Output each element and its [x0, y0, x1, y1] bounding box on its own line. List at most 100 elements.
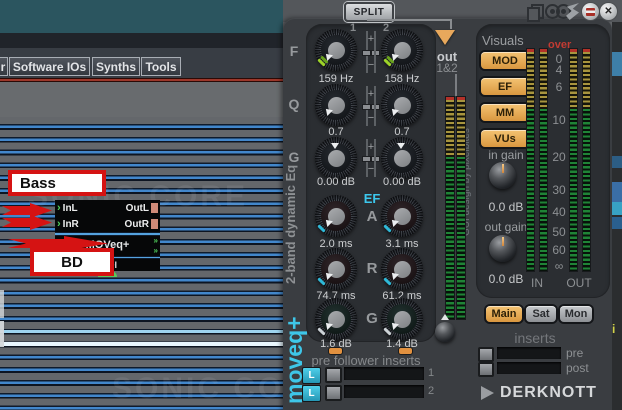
meter-tick-60: 60 — [548, 243, 570, 257]
out-gain-value: 0.0 dB — [478, 272, 534, 286]
meter-scale-pointer-icon — [441, 314, 449, 320]
link-handle[interactable] — [362, 156, 371, 162]
link-handle[interactable] — [371, 50, 380, 56]
gain-value-ch1: 0.00 dB — [306, 176, 366, 188]
module-io-block: › InL OutL › InR OutR — [55, 200, 160, 232]
meter-out-label: OUT — [564, 276, 594, 290]
inserts-title: inserts — [505, 330, 565, 346]
output-port-icon[interactable] — [151, 219, 158, 229]
tab-tools[interactable]: Tools — [141, 57, 181, 76]
tab-software-ios[interactable]: Software IOs — [9, 57, 90, 76]
right-edge-window — [612, 22, 622, 410]
edge-fragment-1 — [0, 290, 4, 318]
daw-background: r Software IOs Synths Tools SONIC CORE S… — [0, 0, 283, 410]
input-port-icon[interactable]: › — [57, 219, 61, 229]
right-edge-patch — [612, 182, 622, 202]
insert-slot-1-number: 1 — [428, 367, 434, 379]
link-l-button-2[interactable]: L — [302, 385, 321, 402]
monitor-mon-button[interactable]: Mon — [560, 306, 592, 322]
vu-meter-out-r — [583, 49, 590, 271]
visuals-mod-button[interactable]: MOD — [481, 52, 529, 69]
monitor-sat-button[interactable]: Sat — [526, 306, 556, 322]
visuals-title: Visuals — [482, 33, 524, 48]
insert-pre-slot[interactable] — [497, 347, 561, 359]
visuals-vus-button[interactable]: VUs — [481, 130, 529, 147]
insert-pre-label: pre — [566, 346, 583, 360]
release-knob-ch2[interactable] — [381, 248, 423, 290]
monitor-main-button[interactable]: Main — [486, 306, 522, 322]
right-edge-patch — [612, 156, 622, 168]
link-handle[interactable] — [362, 104, 371, 110]
visuals-mm-button[interactable]: MM — [481, 104, 529, 121]
bright-cable-2 — [0, 342, 283, 346]
ef-section-label: EF — [360, 191, 384, 206]
gain-link-slider[interactable]: + − — [363, 139, 379, 177]
vu-meter-out-l — [570, 49, 577, 271]
port-in-r[interactable]: InR — [63, 219, 79, 230]
tab-synths[interactable]: Synths — [92, 57, 140, 76]
output-port-icon[interactable] — [151, 203, 158, 213]
q-link-slider[interactable]: + − — [363, 86, 379, 126]
q-knob-ch1[interactable] — [315, 84, 357, 126]
brand-logo: DERKNOTT — [500, 384, 600, 402]
out-channels-label: 1&2 — [431, 61, 463, 75]
insert-post-button[interactable] — [478, 362, 494, 377]
ef-gain-knob-ch2[interactable] — [381, 298, 423, 340]
label-g: G — [286, 149, 302, 165]
out-gain-knob[interactable] — [489, 235, 516, 262]
in-gain-knob[interactable] — [489, 162, 516, 189]
meter-tick-50: 50 — [548, 225, 570, 239]
label-ef-gain: G — [362, 310, 382, 327]
attack-knob-ch2[interactable] — [381, 195, 423, 237]
bright-cable-1 — [0, 330, 283, 333]
link-handle[interactable] — [371, 156, 380, 162]
close-icon[interactable]: ✕ — [599, 2, 618, 21]
insert-post-slot[interactable] — [497, 362, 561, 374]
gain-knob-ch1[interactable] — [315, 137, 357, 179]
pages-icon[interactable] — [527, 4, 542, 19]
freq-link-slider[interactable]: + − — [363, 31, 379, 73]
minimize-icon[interactable] — [581, 2, 600, 21]
meter-in-label: IN — [527, 276, 547, 290]
link-handle[interactable] — [362, 50, 371, 56]
gain-knob-ch2[interactable] — [381, 137, 423, 179]
in-gain-value: 0.0 dB — [478, 200, 534, 214]
label-f: F — [286, 43, 302, 59]
q-knob-ch2[interactable] — [381, 84, 423, 126]
annotation-bd-label: BD — [61, 254, 83, 271]
meter-tick-6: 6 — [548, 80, 570, 94]
split-out-connector-v — [450, 19, 452, 29]
freq-knob-ch2[interactable] — [381, 29, 423, 71]
input-port-icon[interactable]: › — [57, 203, 61, 213]
insert-pre-button[interactable] — [478, 347, 494, 362]
ef-meter-scale-knob[interactable] — [435, 322, 455, 342]
release-knob-ch1[interactable] — [315, 248, 357, 290]
insert-enable-button-2[interactable] — [325, 385, 342, 401]
pre-inserts-title: pre follower inserts — [306, 353, 426, 368]
daw-gray-area — [0, 82, 283, 117]
channel-1-number: 1 — [350, 22, 356, 34]
insert-enable-button-1[interactable] — [325, 367, 342, 383]
insert-slot-2[interactable] — [344, 385, 424, 398]
link-l-button-1[interactable]: L — [302, 367, 321, 384]
daw-top-band — [0, 0, 283, 33]
vu-meter-in-l — [527, 49, 534, 271]
link-handle[interactable] — [371, 104, 380, 110]
freq-knob-ch1[interactable] — [315, 29, 357, 71]
visuals-ef-button[interactable]: EF — [481, 78, 529, 95]
right-edge-patch — [612, 202, 622, 215]
meter-tick-10: 10 — [548, 113, 570, 127]
port-in-l[interactable]: InL — [63, 203, 78, 214]
out-meter-connector — [455, 74, 457, 96]
port-out-r[interactable]: OutR — [125, 219, 149, 230]
right-edge-info-glyph: i — [612, 322, 615, 336]
port-out-l[interactable]: OutL — [126, 203, 149, 214]
channel-2-number: 2 — [383, 22, 389, 34]
in-gain-label: in gain — [478, 148, 534, 162]
label-release: R — [362, 260, 382, 277]
ef-gain-knob-ch1[interactable] — [315, 298, 357, 340]
attack-knob-ch1[interactable] — [315, 195, 357, 237]
tab-partial[interactable]: r — [0, 57, 8, 76]
insert-slot-1[interactable] — [344, 367, 424, 380]
annotation-bd-box: BD — [30, 248, 114, 276]
